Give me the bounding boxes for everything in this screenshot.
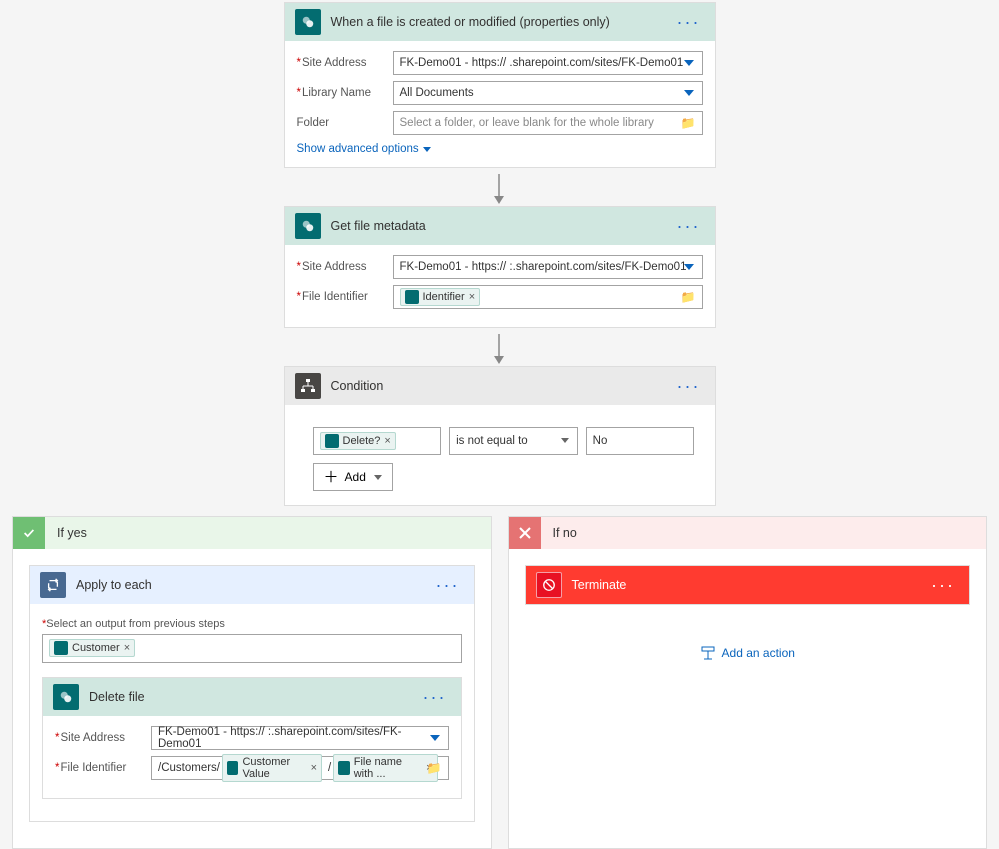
token-remove-icon[interactable]: ×: [469, 291, 475, 303]
card-menu-button[interactable]: ···: [432, 575, 464, 596]
condition-header[interactable]: Condition ···: [285, 367, 715, 405]
condition-card: Condition ··· Delete?× is not equal to N…: [284, 366, 716, 506]
previous-steps-input[interactable]: Customer×: [42, 634, 462, 663]
if-yes-header: If yes: [13, 517, 491, 549]
apply-to-each-title: Apply to each: [76, 578, 432, 592]
if-yes-label: If yes: [57, 526, 87, 540]
terminate-icon: [536, 572, 562, 598]
get-metadata-card: Get file metadata ··· Site Address FK-De…: [284, 206, 716, 328]
close-icon: [509, 517, 541, 549]
sharepoint-icon: [405, 290, 419, 304]
library-name-dropdown[interactable]: All Documents: [393, 81, 703, 105]
site-address-dropdown[interactable]: FK-Demo01 - https:// .sharepoint.com/sit…: [393, 51, 703, 75]
customer-value-token[interactable]: Customer Value×: [222, 754, 322, 782]
condition-title: Condition: [331, 379, 673, 393]
apply-to-each-header[interactable]: Apply to each ···: [30, 566, 474, 604]
library-name-label: Library Name: [297, 87, 383, 99]
terminate-header[interactable]: Terminate ···: [526, 566, 970, 604]
trigger-header[interactable]: When a file is created or modified (prop…: [285, 3, 715, 41]
flow-arrow: [499, 334, 500, 360]
get-metadata-title: Get file metadata: [331, 219, 673, 233]
condition-icon: [295, 373, 321, 399]
sharepoint-icon: [227, 761, 238, 775]
condition-branches: If yes Apply to each ··· *Select an outp…: [0, 516, 999, 849]
condition-right-operand[interactable]: No: [586, 427, 695, 455]
folder-placeholder: Select a folder, or leave blank for the …: [400, 117, 654, 129]
file-identifier-label: File Identifier: [55, 762, 141, 774]
delete-file-title: Delete file: [89, 690, 419, 704]
site-address-label: Site Address: [55, 732, 141, 744]
show-advanced-link[interactable]: Show advanced options: [297, 143, 431, 155]
sharepoint-icon: [53, 684, 79, 710]
apply-to-each-card: Apply to each ··· *Select an output from…: [29, 565, 475, 822]
path-text: /: [328, 762, 331, 774]
terminate-title: Terminate: [572, 578, 928, 592]
add-condition-button[interactable]: ＋Add: [313, 463, 393, 491]
site-address-dropdown[interactable]: FK-Demo01 - https:// :.sharepoint.com/si…: [393, 255, 703, 279]
token-remove-icon[interactable]: ×: [426, 762, 432, 774]
token-remove-icon[interactable]: ×: [311, 762, 317, 774]
file-identifier-input[interactable]: Identifier×: [393, 285, 703, 309]
loop-icon: [40, 572, 66, 598]
check-icon: [13, 517, 45, 549]
site-address-value: FK-Demo01 - https:// :.sharepoint.com/si…: [400, 261, 687, 273]
delete-file-header[interactable]: Delete file ···: [43, 678, 461, 716]
customer-token[interactable]: Customer×: [49, 639, 135, 657]
delete-token[interactable]: Delete?×: [320, 432, 396, 450]
site-address-value: FK-Demo01 - https:// .sharepoint.com/sit…: [400, 57, 684, 69]
if-no-header: If no: [509, 517, 987, 549]
file-identifier-label: File Identifier: [297, 291, 383, 303]
library-name-value: All Documents: [400, 87, 474, 99]
file-identifier-input[interactable]: /Customers/ Customer Value× / File name …: [151, 756, 449, 780]
card-menu-button[interactable]: ···: [673, 12, 705, 33]
card-menu-button[interactable]: ···: [673, 216, 705, 237]
previous-steps-label: *Select an output from previous steps: [42, 618, 462, 630]
token-remove-icon[interactable]: ×: [384, 435, 390, 447]
filename-token[interactable]: File name with ...×: [333, 754, 437, 782]
folder-label: Folder: [297, 117, 383, 129]
card-menu-button[interactable]: ···: [419, 687, 451, 708]
condition-operator-dropdown[interactable]: is not equal to: [449, 427, 578, 455]
sharepoint-icon: [338, 761, 350, 775]
sharepoint-icon: [295, 9, 321, 35]
add-step-icon: [700, 645, 716, 661]
sharepoint-icon: [325, 434, 339, 448]
card-menu-button[interactable]: ···: [673, 376, 705, 397]
condition-left-operand[interactable]: Delete?×: [313, 427, 442, 455]
trigger-card: When a file is created or modified (prop…: [284, 2, 716, 168]
get-metadata-header[interactable]: Get file metadata ···: [285, 207, 715, 245]
token-remove-icon[interactable]: ×: [124, 642, 130, 654]
card-menu-button[interactable]: ···: [927, 575, 959, 596]
site-address-value: FK-Demo01 - https:// :.sharepoint.com/si…: [158, 726, 442, 750]
site-address-label: Site Address: [297, 57, 383, 69]
if-no-label: If no: [553, 526, 577, 540]
if-yes-branch: If yes Apply to each ··· *Select an outp…: [12, 516, 492, 849]
if-no-branch: If no Terminate ··· Add an action: [508, 516, 988, 849]
sharepoint-icon: [295, 213, 321, 239]
site-address-label: Site Address: [297, 261, 383, 273]
folder-picker[interactable]: Select a folder, or leave blank for the …: [393, 111, 703, 135]
sharepoint-icon: [54, 641, 68, 655]
flow-arrow: [499, 174, 500, 200]
site-address-dropdown[interactable]: FK-Demo01 - https:// :.sharepoint.com/si…: [151, 726, 449, 750]
identifier-token[interactable]: Identifier×: [400, 288, 481, 306]
path-text: /Customers/: [158, 762, 220, 774]
terminate-card: Terminate ···: [525, 565, 971, 605]
trigger-title: When a file is created or modified (prop…: [331, 15, 673, 29]
delete-file-card: Delete file ··· Site Address FK-Demo01 -…: [42, 677, 462, 799]
add-action-button[interactable]: Add an action: [525, 645, 971, 661]
